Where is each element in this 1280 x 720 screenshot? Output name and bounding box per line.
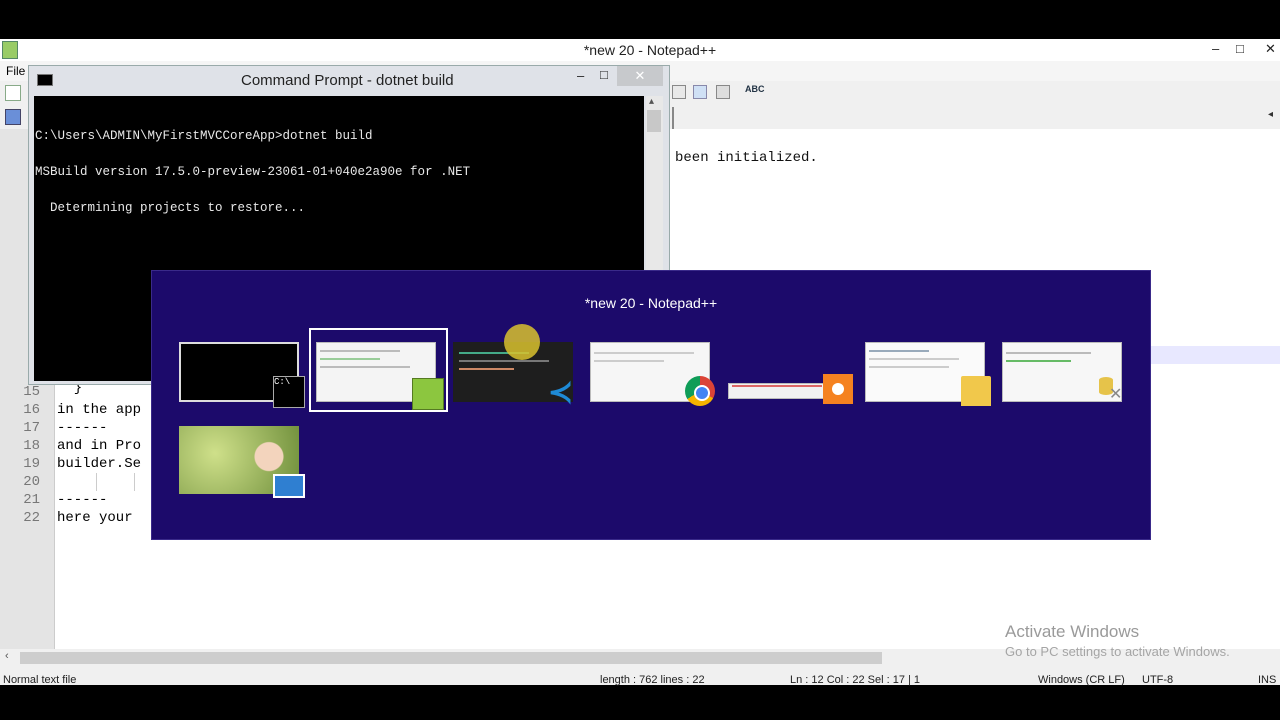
line-number: 17 [23,420,40,436]
spell-check-icon[interactable]: ABC [745,84,765,94]
status-mode: INS [1258,674,1277,686]
tab-scroll-left-icon[interactable]: ◂ [1268,109,1280,125]
maximize-button[interactable]: □ [1236,41,1244,56]
switcher-thumbnail-photos[interactable] [179,426,305,498]
tab-new20[interactable] [5,109,21,125]
cmd-scroll-thumb[interactable] [647,110,661,132]
switcher-thumbnail-sql[interactable]: ✕ [1002,342,1122,403]
scroll-up-arrow-icon[interactable]: ▴ [649,96,654,107]
cmd-minimize-button[interactable]: – [577,68,584,83]
tab-divider [672,107,674,129]
chrome-icon [685,376,715,406]
line-number: 18 [23,438,40,454]
switcher-thumbnail-chrome[interactable] [590,342,715,406]
activation-watermark-subtitle: Go to PC settings to activate Windows. [1005,644,1230,659]
recorder-icon [823,374,853,404]
play-macro-icon[interactable] [672,85,686,99]
close-button[interactable]: ✕ [1265,41,1276,57]
cmd-close-button[interactable]: ✕ [617,66,663,86]
code-line: in the app [57,402,142,418]
menu-file[interactable]: File [6,64,25,78]
line-number: 15 [23,384,40,400]
code-line: builder.Se [57,456,142,472]
run-macro-multiple-icon[interactable] [693,85,707,99]
cmd-icon: C:\ [273,376,305,408]
code-line: ------ [57,420,108,436]
photo-icon [273,474,305,498]
code-line-right: been initialized. [675,150,818,166]
minimize-button[interactable]: – [1212,41,1219,56]
cmd-window-title: Command Prompt - dotnet build [241,72,454,89]
status-length: length : 762 lines : 22 [600,674,705,686]
switcher-thumbnail-recorder[interactable] [728,374,853,404]
npp-window-title: *new 20 - Notepad++ [583,42,717,58]
code-line: here your [57,510,133,526]
npp-title-bar: *new 20 - Notepad++ – □ ✕ [0,39,1280,61]
switcher-thumbnail-notepadpp[interactable] [316,342,444,410]
line-number: 21 [23,492,40,508]
status-bar: Normal text file length : 762 lines : 22… [0,674,1280,686]
console-line: MSBuild version 17.5.0-preview-23061-01+… [35,165,471,179]
new-file-icon[interactable] [5,85,21,101]
vscode-icon: ≺ [548,376,574,409]
code-line: ------ [57,492,108,508]
current-line-highlight [1150,346,1280,364]
status-eol: Windows (CR LF) [1038,674,1125,686]
cmd-app-icon [37,74,53,86]
line-number: 19 [23,456,40,472]
console-line: Determining projects to restore... [35,201,306,215]
indent-guide [96,473,97,491]
scroll-left-arrow-icon[interactable]: ‹ [5,650,9,662]
status-encoding: UTF-8 [1142,674,1174,686]
switcher-thumbnail-explorer[interactable] [865,342,991,406]
folder-icon [961,376,991,406]
notepadpp-icon [412,378,444,410]
status-position: Ln : 12 Col : 22 Sel : 17 | 1 [790,674,921,686]
activation-watermark-title: Activate Windows [1005,622,1140,641]
status-file-type: Normal text file [3,674,77,686]
switcher-title: *new 20 - Notepad++ [584,295,718,311]
line-number: 16 [23,402,40,418]
switcher-thumbnail-cmd[interactable]: C:\ [179,342,305,408]
cmd-maximize-button[interactable]: □ [600,67,608,82]
database-icon: ✕ [1097,375,1127,405]
console-output: C:\Users\ADMIN\MyFirstMVCCoreApp>dotnet … [35,106,470,238]
horizontal-scroll-thumb[interactable] [20,652,882,664]
code-line: and in Pro [57,438,142,454]
save-macro-icon[interactable] [716,85,730,99]
cursor-highlight [504,324,540,360]
line-number: 22 [23,510,40,526]
console-line: C:\Users\ADMIN\MyFirstMVCCoreApp>dotnet … [35,129,373,143]
line-number: 20 [23,474,40,490]
task-switcher: *new 20 - Notepad++ C:\ ≺ ✕ [151,270,1151,540]
indent-guide [134,473,135,491]
